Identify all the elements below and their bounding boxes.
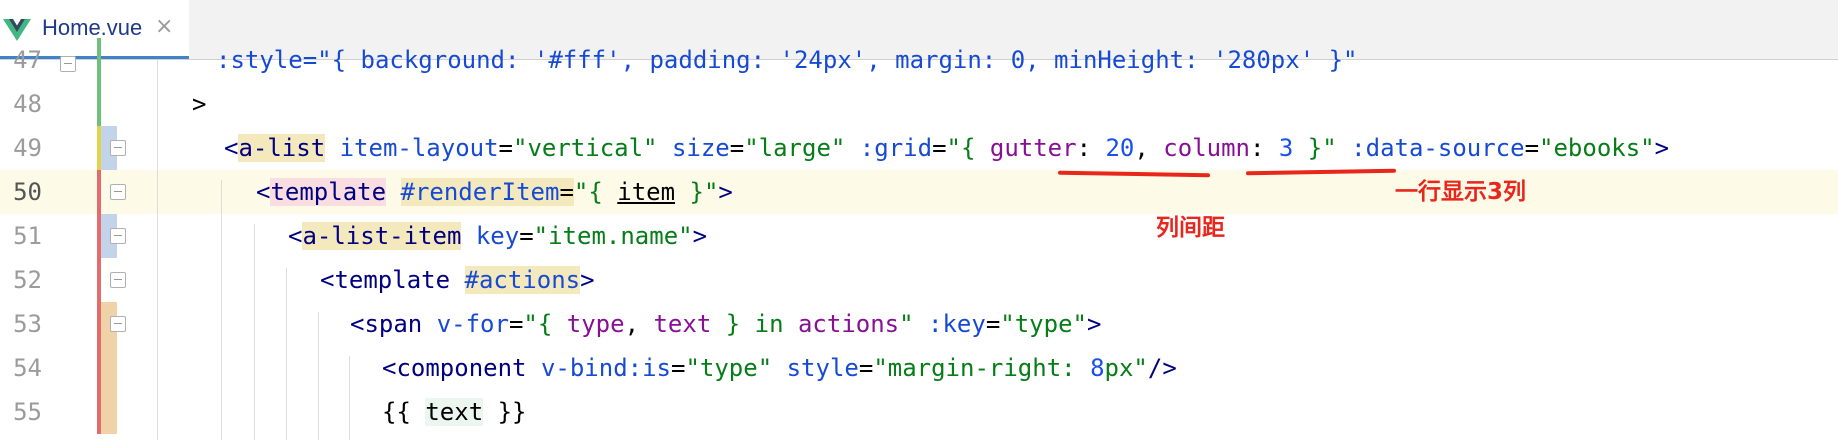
code-text: <span v-for="{ type, text } in actions" … bbox=[350, 310, 1102, 338]
code-line-49: 49 <a-list item-layout="vertical" size="… bbox=[0, 126, 1838, 170]
code-text: :style="{ background: '#fff', padding: '… bbox=[216, 46, 1358, 74]
code-line-53: 53 <span v-for="{ type, text } in action… bbox=[0, 302, 1838, 346]
code-line-47: 47 :style="{ background: '#fff', padding… bbox=[0, 38, 1838, 82]
line-number: 53 bbox=[13, 310, 42, 338]
fold-marker-icon[interactable] bbox=[110, 316, 126, 332]
code-text: {{ text }} bbox=[382, 398, 527, 426]
code-line-51: 51 <a-list-item key="item.name"> bbox=[0, 214, 1838, 258]
gutter-annotation: 列间距 bbox=[1156, 215, 1225, 241]
indent-guide bbox=[221, 180, 222, 440]
line-number: 54 bbox=[13, 354, 42, 382]
line-number: 55 bbox=[13, 398, 42, 426]
code-text: <component v-bind:is="type" style="margi… bbox=[382, 354, 1177, 382]
code-line-52: 52 <template #actions> bbox=[0, 258, 1838, 302]
code-text: > bbox=[192, 90, 207, 118]
fold-marker-icon[interactable] bbox=[110, 184, 126, 200]
line-number: 47 bbox=[13, 46, 42, 74]
fold-marker-icon[interactable] bbox=[110, 140, 126, 156]
line-number: 48 bbox=[13, 90, 42, 118]
code-text: <template #renderItem="{ item }"> bbox=[256, 178, 733, 206]
fold-marker-icon[interactable] bbox=[110, 272, 126, 288]
code-text: <a-list-item key="item.name"> bbox=[288, 222, 708, 250]
code-line-50: 50 <template #renderItem="{ item }"> bbox=[0, 170, 1838, 214]
line-number: 49 bbox=[13, 134, 42, 162]
fold-marker-icon[interactable] bbox=[110, 228, 126, 244]
close-icon[interactable]: × bbox=[155, 14, 173, 39]
line-number: 50 bbox=[13, 178, 42, 206]
indent-guide bbox=[254, 224, 255, 440]
indent-guide bbox=[349, 356, 350, 440]
code-line-48: 48 > bbox=[0, 82, 1838, 126]
column-annotation: 一行显示3列 bbox=[1395, 179, 1527, 205]
line-number: 52 bbox=[13, 266, 42, 294]
code-line-55: 55 {{ text }} bbox=[0, 390, 1838, 434]
indent-guide bbox=[157, 60, 158, 440]
indent-guide bbox=[286, 268, 287, 440]
line-number: 51 bbox=[13, 222, 42, 250]
code-text: <a-list item-layout="vertical" size="lar… bbox=[224, 134, 1670, 162]
indent-guide bbox=[318, 312, 319, 440]
fold-marker-icon[interactable] bbox=[60, 56, 76, 72]
code-text: <template #actions> bbox=[320, 266, 595, 294]
code-line-54: 54 <component v-bind:is="type" style="ma… bbox=[0, 346, 1838, 390]
code-editor[interactable]: 47 :style="{ background: '#fff', padding… bbox=[0, 38, 1838, 440]
